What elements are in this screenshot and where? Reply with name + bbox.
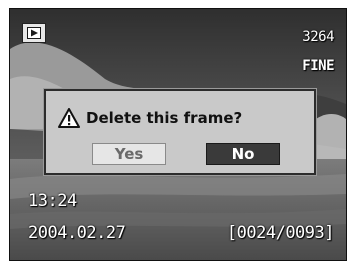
capture-date: 2004.02.27 (28, 223, 126, 243)
dialog-message-row: Delete this frame? (58, 105, 242, 131)
yes-button[interactable]: Yes (92, 143, 166, 165)
camera-lcd-screen: 3264 FINE 13:24 2004.02.27 [0024/0093] D… (9, 8, 347, 261)
playback-mode-icon (22, 23, 46, 43)
image-quality-label: FINE (302, 58, 334, 74)
frame-index-counter: [0024/0093] (226, 223, 335, 243)
warning-icon (58, 108, 80, 128)
dialog-message-text: Delete this frame? (86, 109, 243, 127)
remaining-frames-count: 3264 (302, 29, 334, 45)
delete-confirm-dialog: Delete this frame? Yes No (44, 89, 316, 175)
no-button[interactable]: No (206, 143, 280, 165)
capture-time: 13:24 (28, 191, 77, 211)
